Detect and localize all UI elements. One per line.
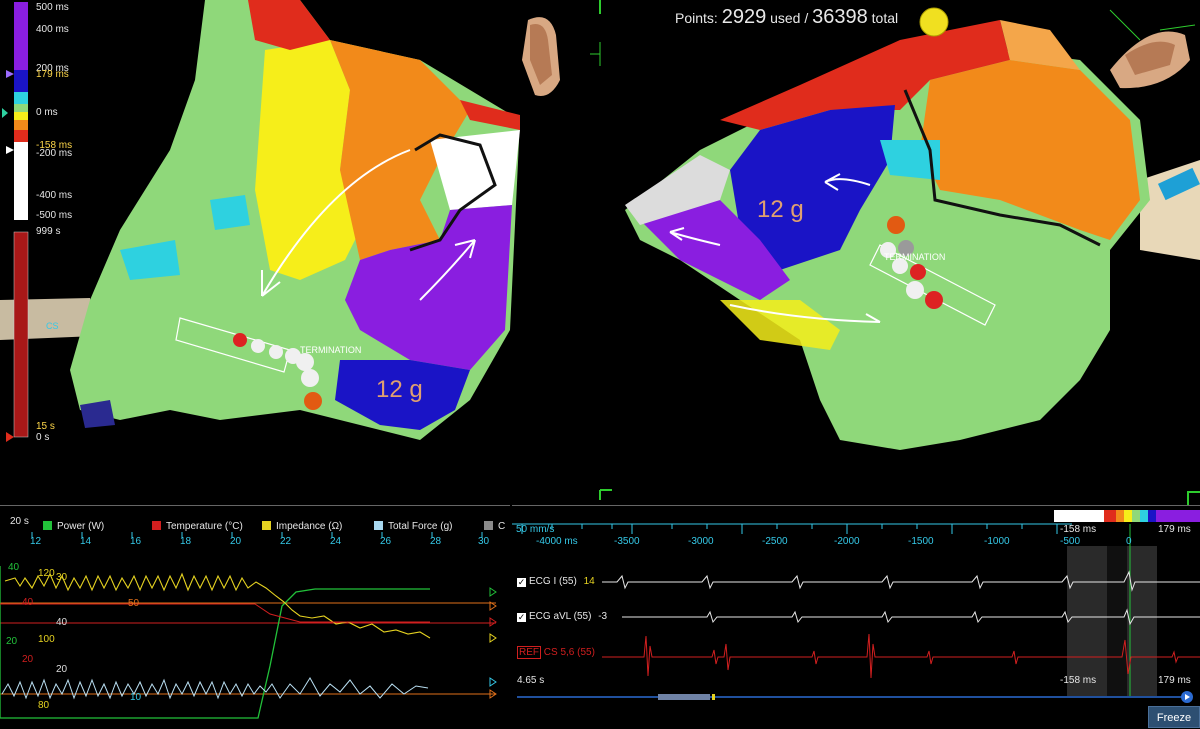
anatomy-canvas[interactable] bbox=[0, 0, 1200, 505]
orientation-head-icon-right[interactable] bbox=[1110, 31, 1190, 89]
scale-label-15s: 15 s bbox=[36, 421, 55, 432]
y-label-power-20: 20 bbox=[6, 636, 18, 647]
scale-label-999s: 999 s bbox=[36, 226, 61, 237]
cs-label: CS bbox=[46, 321, 59, 331]
scale-label-0: 0 ms bbox=[36, 107, 58, 118]
elapsed-time: 4.65 s bbox=[517, 675, 545, 686]
y-label-imp-80: 80 bbox=[38, 700, 50, 711]
graph-tick-16: 16 bbox=[130, 536, 142, 547]
channel-cs56[interactable]: REF CS 5,6 (55) bbox=[517, 646, 595, 659]
right-anatomy-map[interactable] bbox=[625, 20, 1200, 450]
ecg-tick-4000: -4000 ms bbox=[536, 536, 578, 547]
points-prefix: Points: bbox=[675, 10, 718, 26]
y-label-power-40: 40 bbox=[8, 562, 20, 573]
ablation-graphs-panel[interactable]: 20 s Power (W) Temperature (°C) Impedanc… bbox=[0, 505, 510, 728]
y-label-temp-40: 40 bbox=[22, 597, 34, 608]
ecg-tick-1500: -1500 bbox=[908, 536, 934, 547]
scale-label-400: 400 ms bbox=[36, 24, 69, 35]
graph-tick-12: 12 bbox=[30, 536, 42, 547]
ecg-tick-0: 0 bbox=[1126, 536, 1132, 547]
freeze-button[interactable]: Freeze bbox=[1148, 706, 1200, 728]
scale-label-neg400: -400 ms bbox=[36, 190, 73, 201]
graph-tick-20: 20 bbox=[230, 536, 242, 547]
orientation-head-icon[interactable] bbox=[522, 17, 560, 97]
graph-tick-14: 14 bbox=[80, 536, 92, 547]
channel-ecg-avl-checkbox[interactable]: ✓ bbox=[517, 613, 526, 622]
channel-ecg-i-checkbox[interactable]: ✓ bbox=[517, 578, 526, 587]
window-right-label: 179 ms bbox=[1158, 524, 1191, 535]
force-label-right: 12 g bbox=[757, 196, 804, 223]
scale-label-500: 500 ms bbox=[36, 2, 69, 13]
graph-tick-26: 26 bbox=[380, 536, 392, 547]
color-scale-bar bbox=[2, 2, 29, 442]
graph-tick-18: 18 bbox=[180, 536, 192, 547]
scale-label-neg500: -500 ms bbox=[36, 210, 73, 221]
termination-label-left: TERMINATION bbox=[300, 345, 362, 355]
ecg-tick-1000: -1000 bbox=[984, 536, 1010, 547]
force-label-left: 12 g bbox=[376, 376, 423, 403]
graph-tick-30: 30 bbox=[478, 536, 490, 547]
ecg-tick-2000: -2000 bbox=[834, 536, 860, 547]
y-label-imp-100: 100 bbox=[38, 634, 55, 645]
y-label-imp-30: 30 bbox=[56, 572, 68, 583]
ecg-panel[interactable]: 50 mm/s -4000 ms -3500 -3000 -2500 -2000… bbox=[512, 505, 1200, 728]
ref-badge: REF bbox=[517, 646, 541, 659]
ecg-tick-500: -500 bbox=[1060, 536, 1081, 547]
y-label-temp-50: 50 bbox=[128, 598, 140, 609]
status-indicator bbox=[919, 7, 949, 37]
points-total: 36398 bbox=[812, 6, 868, 28]
y-label-40: 40 bbox=[56, 617, 68, 628]
ecg-tick-3000: -3000 bbox=[688, 536, 714, 547]
channel-ecg-avl[interactable]: ✓ ECG aVL (55) -3 bbox=[517, 611, 607, 622]
channel-ecg-i[interactable]: ✓ ECG I (55) 14 bbox=[517, 576, 595, 587]
y-label-temp-20: 20 bbox=[22, 654, 34, 665]
graph-tick-28: 28 bbox=[430, 536, 442, 547]
scale-label-0s: 0 s bbox=[36, 432, 50, 443]
y-label-force-20: 20 bbox=[56, 664, 68, 675]
left-anatomy-map[interactable] bbox=[0, 0, 520, 440]
graph-tick-22: 22 bbox=[280, 536, 292, 547]
graph-tick-24: 24 bbox=[330, 536, 342, 547]
bottom-right-window: 179 ms bbox=[1158, 675, 1191, 686]
scale-label-179: 179 ms bbox=[36, 69, 69, 80]
points-used-label: used / bbox=[770, 10, 809, 26]
ecg-speed: 50 mm/s bbox=[516, 524, 555, 535]
y-label-force-10: 10 bbox=[130, 692, 142, 703]
bottom-left-window: -158 ms bbox=[1060, 675, 1097, 686]
points-used: 2929 bbox=[721, 6, 767, 28]
ecg-tick-2500: -2500 bbox=[762, 536, 788, 547]
y-label-imp-120: 120 bbox=[38, 568, 55, 579]
termination-label-right: TERMINATION bbox=[884, 252, 946, 262]
map-viewport[interactable]: 500 ms 400 ms 200 ms 179 ms 0 ms -158 ms… bbox=[0, 0, 1200, 505]
points-total-label: total bbox=[871, 10, 899, 26]
window-color-bar bbox=[1054, 510, 1200, 522]
window-left-label: -158 ms bbox=[1060, 524, 1097, 535]
points-readout: Points: 2929 used / 36398 total bbox=[675, 6, 898, 29]
scale-label-neg200: -200 ms bbox=[36, 148, 73, 159]
ecg-tick-3500: -3500 bbox=[614, 536, 640, 547]
